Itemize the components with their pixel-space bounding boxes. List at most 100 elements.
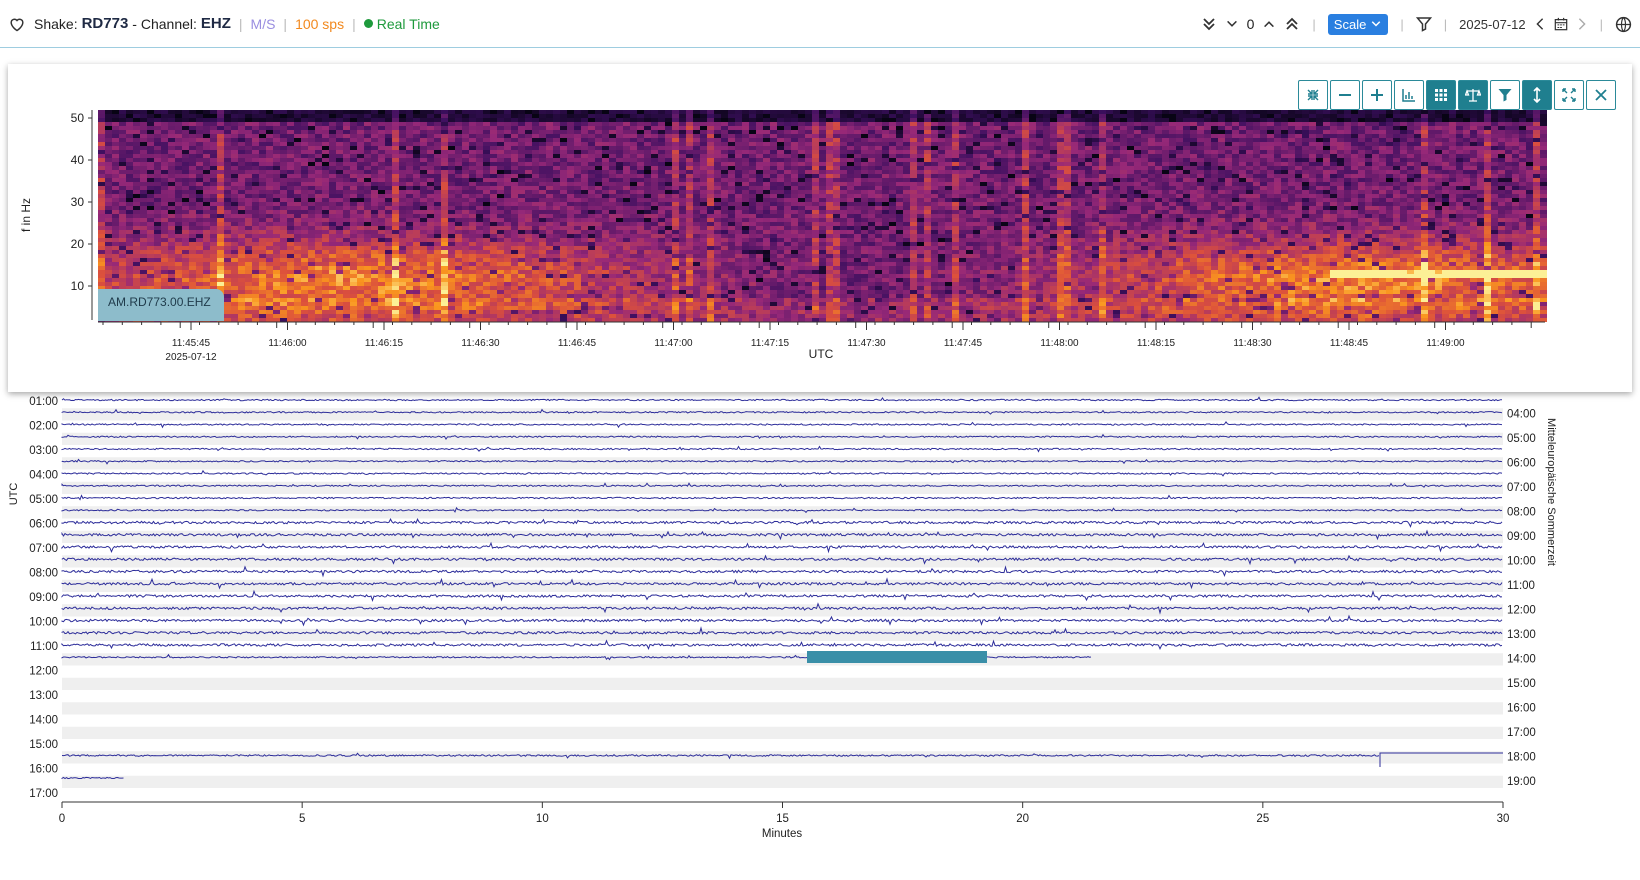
x-tick-label: 11:48:00	[1040, 338, 1079, 349]
x-date-label: 2025-07-12	[165, 352, 217, 363]
left-hour-label: 14:00	[29, 715, 58, 727]
trace-line	[61, 614, 1503, 627]
chevron-up-icon[interactable]	[1262, 17, 1276, 31]
right-hour-label: 10:00	[1507, 556, 1536, 568]
left-hour-label: 12:00	[29, 666, 58, 678]
x-tick-label: 11:48:30	[1233, 338, 1272, 349]
filter-icon[interactable]	[1415, 16, 1432, 32]
x-tick-label: 10	[536, 813, 549, 825]
left-hour-label: 02:00	[29, 421, 58, 433]
right-hour-label: 12:00	[1507, 605, 1536, 617]
right-hour-label: 13:00	[1507, 629, 1536, 641]
x-tick-label: 11:49:00	[1426, 338, 1465, 349]
left-hour-label: 07:00	[29, 543, 58, 555]
y-axis-label: f in Hz	[19, 198, 33, 232]
trace-line	[61, 639, 1503, 651]
x-tick-label: 11:47:45	[944, 338, 983, 349]
row-band	[62, 555, 1503, 568]
x-tick-label: 25	[1256, 813, 1269, 825]
unit-label[interactable]: M/S	[251, 16, 276, 32]
trace-line	[61, 517, 1503, 528]
row-band	[62, 457, 1503, 470]
double-chevron-up-icon[interactable]	[1284, 16, 1300, 32]
right-hour-label: 16:00	[1507, 703, 1536, 715]
chevron-right-icon[interactable]	[1576, 17, 1588, 31]
row-band	[62, 481, 1503, 494]
row-band	[62, 506, 1503, 519]
x-axis-label: Minutes	[762, 828, 803, 840]
x-tick-label: 0	[59, 813, 65, 825]
row-band	[62, 604, 1503, 617]
date-display[interactable]: 2025-07-12	[1459, 17, 1526, 32]
trace-line	[61, 494, 1502, 501]
row-band	[62, 408, 1503, 421]
station-name: RD773	[81, 15, 129, 32]
row-band	[62, 530, 1503, 543]
right-axis-label: Mitteleuropäische Sommerzeit	[1545, 418, 1557, 566]
right-hour-label: 18:00	[1507, 752, 1536, 764]
left-hour-label: 06:00	[29, 519, 58, 531]
row-band	[62, 628, 1503, 641]
left-axis-label: UTC	[8, 483, 20, 506]
x-tick-label: 15	[776, 813, 789, 825]
double-chevron-down-icon[interactable]	[1201, 16, 1217, 32]
left-hour-label: 04:00	[29, 470, 58, 482]
row-band	[62, 432, 1503, 445]
left-hour-label: 15:00	[29, 739, 58, 751]
spectrogram-chart[interactable]: 50 40 30 20 10 f in Hz 11:45:45 11:46:00 11:46:1…	[8, 64, 1632, 392]
x-tick-label: 11:46:00	[268, 338, 307, 349]
right-hour-label: 05:00	[1507, 433, 1536, 445]
row-band	[62, 726, 1503, 739]
row-band	[62, 775, 1503, 788]
row-band	[62, 702, 1503, 715]
header-controls: 0 | Scale | | 2025-07-12 |	[1201, 0, 1632, 48]
left-hour-label: 09:00	[29, 592, 58, 604]
shake-label: Shake:	[34, 15, 78, 32]
left-hour-label: 10:00	[29, 617, 58, 629]
x-axis-label: UTC	[809, 347, 834, 361]
right-hour-label: 15:00	[1507, 678, 1536, 690]
calendar-icon[interactable]	[1554, 17, 1568, 31]
x-tick-label: 5	[299, 813, 305, 825]
globe-icon[interactable]	[1615, 16, 1632, 33]
chevron-left-icon[interactable]	[1534, 17, 1546, 31]
left-hour-label: 11:00	[30, 641, 58, 653]
trace-line	[61, 469, 1503, 477]
y-tick-label: 20	[71, 237, 85, 251]
trace-line	[61, 589, 1503, 602]
status-dot-icon	[363, 19, 373, 28]
trace-line	[61, 445, 1503, 453]
favorite-heart-icon[interactable]	[8, 16, 26, 32]
left-hour-label: 16:00	[29, 764, 58, 776]
right-hour-label: 04:00	[1507, 409, 1536, 421]
x-tick-label: 11:46:30	[461, 338, 500, 349]
trace-label: AM.RD773.00.EHZ	[108, 295, 211, 309]
trace-line	[61, 421, 1503, 429]
amplitude-value: 0	[1246, 16, 1255, 32]
top-header: Shake: RD773 - Channel: EHZ | M/S | 100 …	[0, 0, 1640, 48]
x-tick-label: 30	[1497, 813, 1510, 825]
y-tick-label: 10	[71, 279, 85, 293]
y-tick-label: 30	[71, 195, 85, 209]
chevron-down-icon[interactable]	[1225, 17, 1239, 31]
left-hour-label: 17:00	[29, 788, 58, 800]
y-tick-label: 50	[71, 111, 85, 125]
left-hour-label: 03:00	[29, 445, 58, 457]
helicorder-chart[interactable]: 01:00 02:00 03:00 04:00 05:00 06:00 07:00 08:00…	[0, 396, 1640, 880]
scale-dropdown[interactable]: Scale	[1327, 13, 1389, 35]
channel-name: EHZ	[200, 15, 231, 32]
x-tick-label: 11:46:15	[365, 338, 404, 349]
trace-line	[61, 541, 1503, 554]
scale-chevron-down-icon	[1372, 21, 1381, 27]
left-hour-label: 01:00	[29, 396, 58, 408]
trace-line	[61, 565, 1503, 578]
x-tick-label: 11:47:30	[847, 338, 886, 349]
status-label: Real Time	[376, 15, 440, 32]
x-tick-label: 11:46:45	[558, 338, 597, 349]
x-tick-label: 11:45:45	[172, 338, 211, 349]
current-window-highlight[interactable]	[807, 651, 987, 663]
sample-rate[interactable]: 100 sps	[295, 16, 344, 32]
row-band	[62, 653, 1503, 666]
left-hour-label: 13:00	[29, 690, 58, 702]
x-tick-label: 11:48:15	[1137, 338, 1176, 349]
